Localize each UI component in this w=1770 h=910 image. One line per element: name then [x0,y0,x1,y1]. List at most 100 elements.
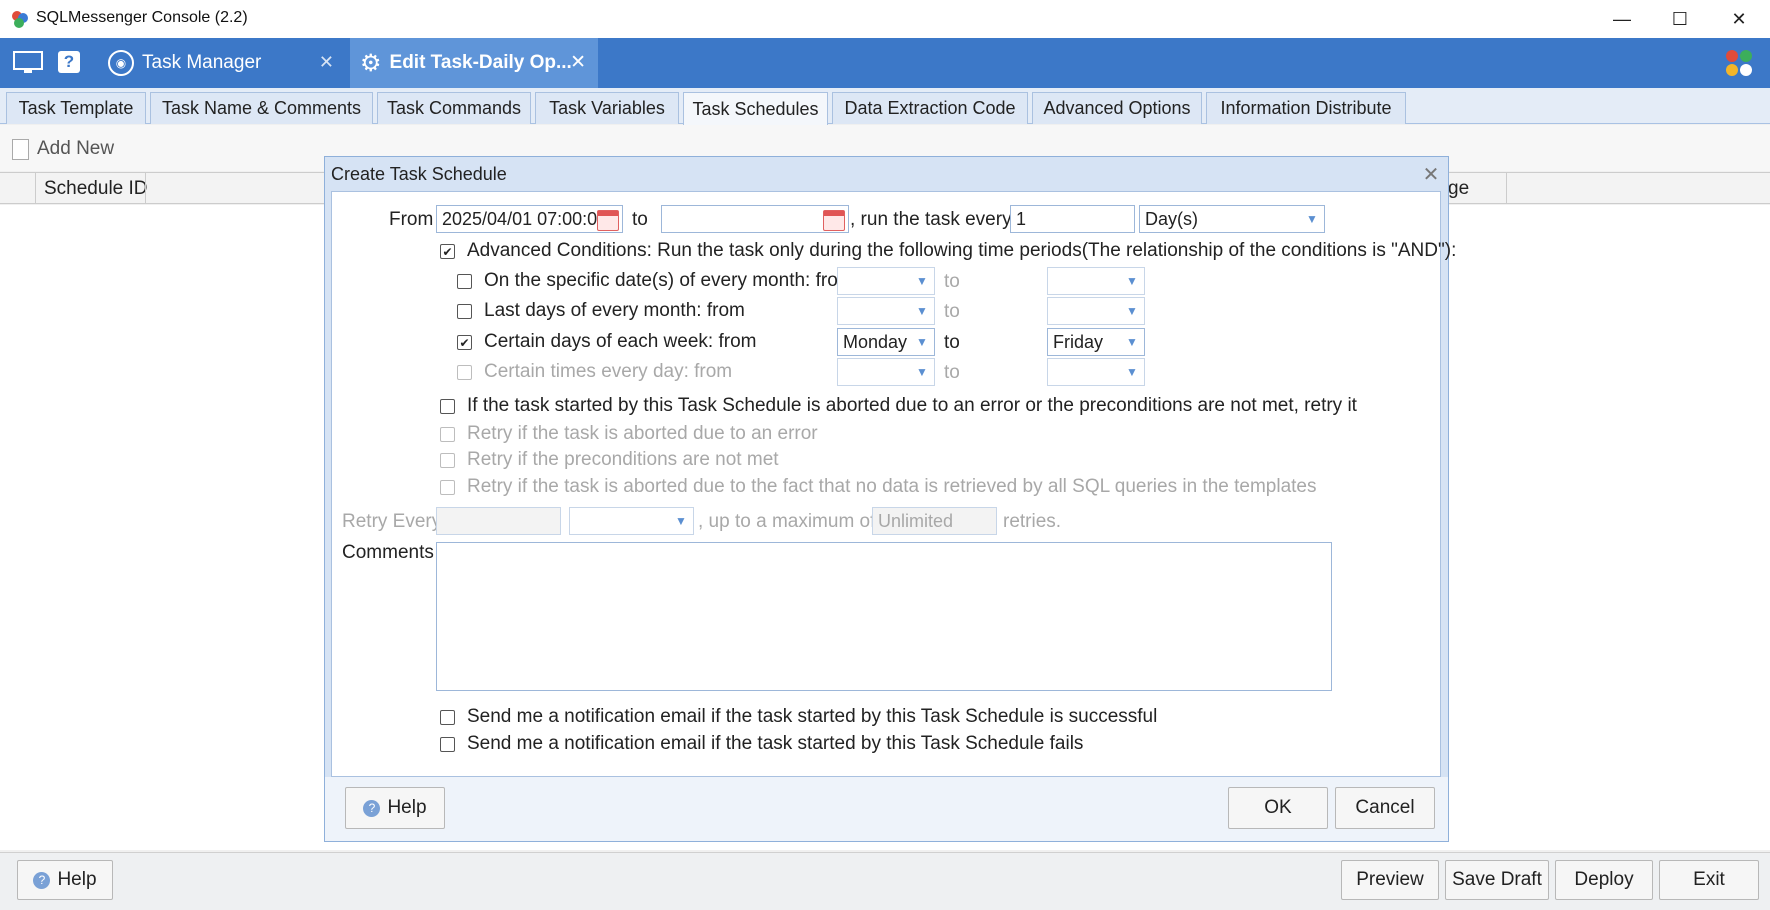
dialog-title: Create Task Schedule [331,164,507,184]
dialog-help-button[interactable]: ? Help [345,787,445,829]
tab-information-distribute[interactable]: Information Distribute [1206,92,1406,124]
times-every-day-label: Certain times every day: from [484,361,733,382]
tab-advanced-options[interactable]: Advanced Options [1032,92,1202,124]
exit-button[interactable]: Exit [1659,860,1759,900]
minimize-button[interactable]: — [1593,0,1651,38]
weekdays-checkbox[interactable]: ✔ [457,335,472,350]
retry-preconditions-checkbox[interactable] [440,453,455,468]
specific-dates-checkbox[interactable] [457,274,472,289]
advanced-conditions-label: Advanced Conditions: Run the task only d… [467,240,1457,261]
chevron-down-icon: ▼ [916,365,928,379]
last-days-to-select[interactable]: ▼ [1047,297,1145,325]
retry-no-data-checkbox[interactable] [440,480,455,495]
maximize-button[interactable]: ☐ [1651,0,1709,38]
tab-task-template[interactable]: Task Template [6,92,146,124]
deploy-button[interactable]: Deploy [1555,860,1653,900]
weekdays-to-label: to [944,332,960,353]
to-label: to [632,209,648,230]
tab-data-extraction-code[interactable]: Data Extraction Code [832,92,1028,124]
retry-no-data-label: Retry if the task is aborted due to the … [467,476,1317,497]
chevron-down-icon: ▼ [1126,274,1138,288]
chevron-down-icon: ▼ [916,304,928,318]
help-label: Help [57,869,97,890]
close-tab-icon[interactable]: ✕ [319,52,334,73]
to-date-input[interactable] [661,205,849,233]
weekdays-label: Certain days of each week: from [484,331,757,352]
last-days-label: Last days of every month: from [484,300,745,321]
retry-label: If the task started by this Task Schedul… [467,395,1357,416]
select-value: Friday [1053,332,1104,352]
retry-unit-select[interactable]: ▼ [569,507,694,535]
weekdays-to-select[interactable]: Friday ▼ [1047,328,1145,356]
notify-success-label: Send me a notification email if the task… [467,706,1158,727]
calendar-icon[interactable] [823,210,845,231]
specific-dates-label: On the specific date(s) of every month: … [484,270,854,291]
cancel-button[interactable]: Cancel [1335,787,1435,829]
notify-success-checkbox[interactable] [440,710,455,725]
tab-label: Edit Task-Daily Op... [389,52,572,73]
tab-task-name-comments[interactable]: Task Name & Comments [150,92,373,124]
retry-every-input[interactable] [436,507,561,535]
run-every-input[interactable]: 1 [1010,205,1135,233]
add-new-button[interactable]: Add New [12,137,114,161]
times-from-select[interactable]: ▼ [837,358,935,386]
tab-task-variables[interactable]: Task Variables [535,92,679,124]
specific-dates-to-label: to [944,271,960,292]
grid-row-selector-header [0,173,36,204]
close-tab-icon[interactable]: ✕ [570,51,586,74]
times-every-day-checkbox[interactable] [457,365,472,380]
retry-every-label: Retry Every [342,511,442,532]
from-label: From [389,209,434,230]
column-partial-label[interactable]: ge [1448,178,1469,200]
chevron-down-icon: ▼ [1126,335,1138,349]
last-days-checkbox[interactable] [457,304,472,319]
monitor-icon[interactable] [12,50,44,76]
gear-icon: ⚙ [360,49,382,77]
times-to-select[interactable]: ▼ [1047,358,1145,386]
help-icon[interactable]: ? [58,51,80,73]
close-window-button[interactable]: ✕ [1710,0,1768,38]
save-draft-button[interactable]: Save Draft [1445,860,1549,900]
advanced-conditions-checkbox[interactable]: ✔ [440,244,455,259]
help-icon: ? [33,871,51,889]
weekdays-from-select[interactable]: Monday ▼ [837,328,935,356]
app-logo-icon [10,9,30,29]
column-schedule-id[interactable]: Schedule ID [44,178,148,200]
from-date-value: 2025/04/01 07:00:0 [442,208,598,229]
notify-fail-label: Send me a notification email if the task… [467,733,1084,754]
window-title-bar: SQLMessenger Console (2.2) — ☐ ✕ [0,0,1770,38]
dialog-body: From 2025/04/01 07:00:0 to , run the tas… [331,191,1456,777]
task-manager-icon: ◉ [108,50,134,76]
comments-textarea[interactable] [436,542,1332,691]
specific-dates-from-select[interactable]: ▼ [837,267,935,295]
retry-checkbox[interactable] [440,399,455,414]
run-every-label: , run the task every [850,209,1012,230]
chevron-down-icon: ▼ [916,274,928,288]
help-button[interactable]: ? Help [17,860,113,900]
dialog-footer: ? Help OK Cancel [325,777,1448,841]
retry-max-input[interactable]: Unlimited [872,507,997,535]
task-sub-tabs: Task Template Task Name & Comments Task … [0,88,1770,125]
dialog-close-icon[interactable]: ✕ [1418,161,1444,187]
preview-button[interactable]: Preview [1341,860,1439,900]
tab-task-commands[interactable]: Task Commands [377,92,531,124]
help-label: Help [387,797,427,818]
ok-button[interactable]: OK [1228,787,1328,829]
tab-task-manager[interactable]: ◉ Task Manager ✕ [96,38,346,88]
interval-unit-select[interactable]: Day(s) ▼ [1139,205,1325,233]
retry-max-label: , up to a maximum of [698,511,876,532]
tab-edit-task[interactable]: ⚙ Edit Task-Daily Op... ✕ [350,38,598,88]
retry-error-checkbox[interactable] [440,427,455,442]
notify-fail-checkbox[interactable] [440,737,455,752]
specific-dates-to-select[interactable]: ▼ [1047,267,1145,295]
last-days-from-select[interactable]: ▼ [837,297,935,325]
chevron-down-icon: ▼ [1306,212,1318,226]
from-date-input[interactable]: 2025/04/01 07:00:0 [436,205,623,233]
tab-task-schedules[interactable]: Task Schedules [683,92,828,125]
last-days-to-label: to [944,301,960,322]
select-value: Monday [843,332,908,352]
help-icon: ? [363,799,381,817]
interval-unit-value: Day(s) [1145,209,1198,229]
calendar-icon[interactable] [597,210,619,231]
chevron-down-icon: ▼ [1126,365,1138,379]
